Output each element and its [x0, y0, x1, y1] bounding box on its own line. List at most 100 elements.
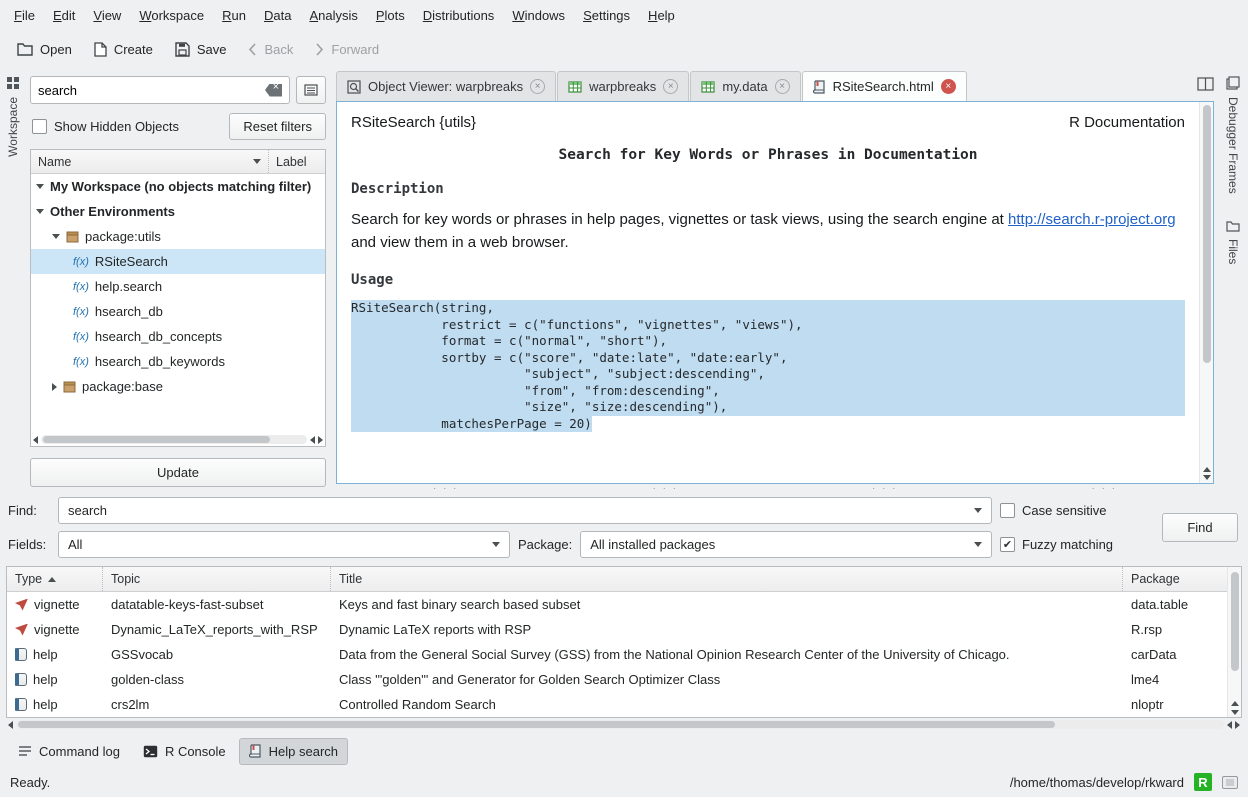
close-tab-icon[interactable] — [663, 79, 678, 94]
tree-item-help-search[interactable]: help.search — [31, 274, 325, 299]
help-search-icon — [249, 744, 262, 758]
tab-rsitesearch-html[interactable]: RSiteSearch.html — [802, 71, 967, 101]
help-vertical-scrollbar[interactable] — [1199, 102, 1213, 483]
dock-tab-workspace[interactable]: Workspace — [6, 76, 20, 157]
find-button[interactable]: Find — [1162, 513, 1238, 542]
search-site-link[interactable]: http://search.r-project.org — [1008, 211, 1176, 228]
checkbox-box — [32, 119, 47, 134]
engine-status-icon[interactable] — [1222, 776, 1238, 789]
create-button[interactable]: Create — [85, 36, 162, 63]
menu-run[interactable]: Run — [214, 4, 254, 27]
close-tab-icon[interactable] — [530, 79, 545, 94]
tree-item-other-environments[interactable]: Other Environments — [31, 199, 325, 224]
command-log-icon — [18, 745, 32, 757]
column-header-label[interactable]: Label — [269, 155, 325, 169]
results-vertical-scrollbar[interactable] — [1227, 567, 1241, 717]
open-button[interactable]: Open — [8, 36, 81, 63]
reset-filters-button[interactable]: Reset filters — [229, 113, 326, 140]
scrollbar-thumb[interactable] — [1203, 105, 1211, 363]
result-row[interactable]: vignette Dynamic_LaTeX_reports_with_RSP … — [7, 617, 1227, 642]
menu-settings[interactable]: Settings — [575, 4, 638, 27]
case-sensitive-checkbox[interactable]: Case sensitive — [1000, 503, 1150, 518]
column-header-name[interactable]: Name — [31, 150, 269, 173]
menu-distributions[interactable]: Distributions — [415, 4, 503, 27]
menu-analysis[interactable]: Analysis — [301, 4, 365, 27]
scroll-up-icon[interactable] — [1203, 467, 1211, 472]
toolview-command-log[interactable]: Command log — [8, 738, 130, 765]
split-view-icon[interactable] — [1197, 77, 1214, 91]
tree-item-hsearch-db[interactable]: hsearch_db — [31, 299, 325, 324]
expander-closed-icon[interactable] — [52, 383, 57, 391]
chevron-down-icon — [492, 542, 500, 547]
tab-my-data[interactable]: my.data — [690, 71, 800, 101]
function-icon — [73, 306, 89, 318]
forward-button[interactable]: Forward — [306, 36, 388, 63]
close-tab-icon[interactable] — [941, 79, 956, 94]
result-row[interactable]: help crs2lm Controlled Random Search nlo… — [7, 692, 1227, 717]
column-header-type[interactable]: Type — [7, 567, 103, 591]
package-combobox[interactable]: All installed packages — [580, 531, 992, 558]
menu-help[interactable]: Help — [640, 4, 683, 27]
expander-open-icon[interactable] — [36, 184, 44, 189]
files-folder-icon — [1226, 220, 1240, 232]
tree-horizontal-scrollbar[interactable] — [31, 433, 325, 446]
results-horizontal-scrollbar[interactable] — [6, 718, 1242, 731]
workspace-search-input[interactable] — [38, 83, 259, 98]
r-engine-badge[interactable]: R — [1194, 773, 1212, 791]
tree-item-rsitesearch[interactable]: RSiteSearch — [31, 249, 325, 274]
result-row[interactable]: vignette datatable-keys-fast-subset Keys… — [7, 592, 1227, 617]
menu-plots[interactable]: Plots — [368, 4, 413, 27]
dock-tab-debugger-frames[interactable]: Debugger Frames — [1226, 76, 1240, 194]
dock-tab-files[interactable]: Files — [1226, 220, 1240, 264]
menu-data[interactable]: Data — [256, 4, 299, 27]
scrollbar-thumb[interactable] — [1231, 572, 1239, 671]
save-button[interactable]: Save — [166, 36, 236, 63]
toolview-bar: Command log R Console Help search — [0, 735, 1248, 767]
horizontal-splitter[interactable] — [336, 484, 1214, 493]
close-tab-icon[interactable] — [775, 79, 790, 94]
tree-item-package-base[interactable]: package:base — [31, 374, 325, 399]
scroll-left-icon[interactable] — [1227, 721, 1232, 729]
tree-item-my-workspace[interactable]: My Workspace (no objects matching filter… — [31, 174, 325, 199]
column-header-title[interactable]: Title — [331, 567, 1123, 591]
help-document-icon — [15, 698, 27, 711]
scroll-right-icon[interactable] — [1235, 721, 1240, 729]
scrollbar-thumb[interactable] — [43, 436, 270, 443]
scroll-down-icon[interactable] — [1203, 475, 1211, 480]
find-combobox[interactable]: search — [58, 497, 992, 524]
menu-windows[interactable]: Windows — [504, 4, 573, 27]
scroll-left-icon[interactable] — [310, 436, 315, 444]
scrollbar-thumb[interactable] — [18, 721, 1055, 728]
tab-warpbreaks[interactable]: warpbreaks — [557, 71, 689, 101]
result-row[interactable]: help GSSvocab Data from the General Soci… — [7, 642, 1227, 667]
scroll-right-icon[interactable] — [318, 436, 323, 444]
expander-open-icon[interactable] — [36, 209, 44, 214]
expander-open-icon[interactable] — [52, 234, 60, 239]
function-icon — [73, 356, 89, 368]
search-options-button[interactable] — [296, 76, 326, 104]
tab-object-viewer-warpbreaks[interactable]: Object Viewer: warpbreaks — [336, 71, 556, 101]
update-button[interactable]: Update — [30, 458, 326, 487]
scroll-left-icon[interactable] — [33, 436, 38, 444]
status-message: Ready. — [10, 775, 1000, 790]
scroll-left-icon[interactable] — [8, 721, 13, 729]
tree-item-package-utils[interactable]: package:utils — [31, 224, 325, 249]
result-row[interactable]: help golden-class Class '"golden"' and G… — [7, 667, 1227, 692]
menu-view[interactable]: View — [85, 4, 129, 27]
scroll-up-icon[interactable] — [1231, 701, 1239, 706]
menu-file[interactable]: File — [6, 4, 43, 27]
toolview-r-console[interactable]: R Console — [133, 738, 236, 765]
column-header-package[interactable]: Package — [1123, 567, 1227, 591]
column-header-topic[interactable]: Topic — [103, 567, 331, 591]
fields-combobox[interactable]: All — [58, 531, 510, 558]
back-button[interactable]: Back — [239, 36, 302, 63]
tree-item-hsearch-db-keywords[interactable]: hsearch_db_keywords — [31, 349, 325, 374]
menu-edit[interactable]: Edit — [45, 4, 83, 27]
show-hidden-checkbox[interactable]: Show Hidden Objects — [32, 119, 179, 134]
menu-workspace[interactable]: Workspace — [131, 4, 212, 27]
toolview-help-search[interactable]: Help search — [239, 738, 348, 765]
scroll-down-icon[interactable] — [1231, 710, 1239, 715]
clear-search-icon[interactable] — [265, 84, 282, 97]
tree-item-hsearch-db-concepts[interactable]: hsearch_db_concepts — [31, 324, 325, 349]
fuzzy-matching-checkbox[interactable]: Fuzzy matching — [1000, 537, 1150, 552]
